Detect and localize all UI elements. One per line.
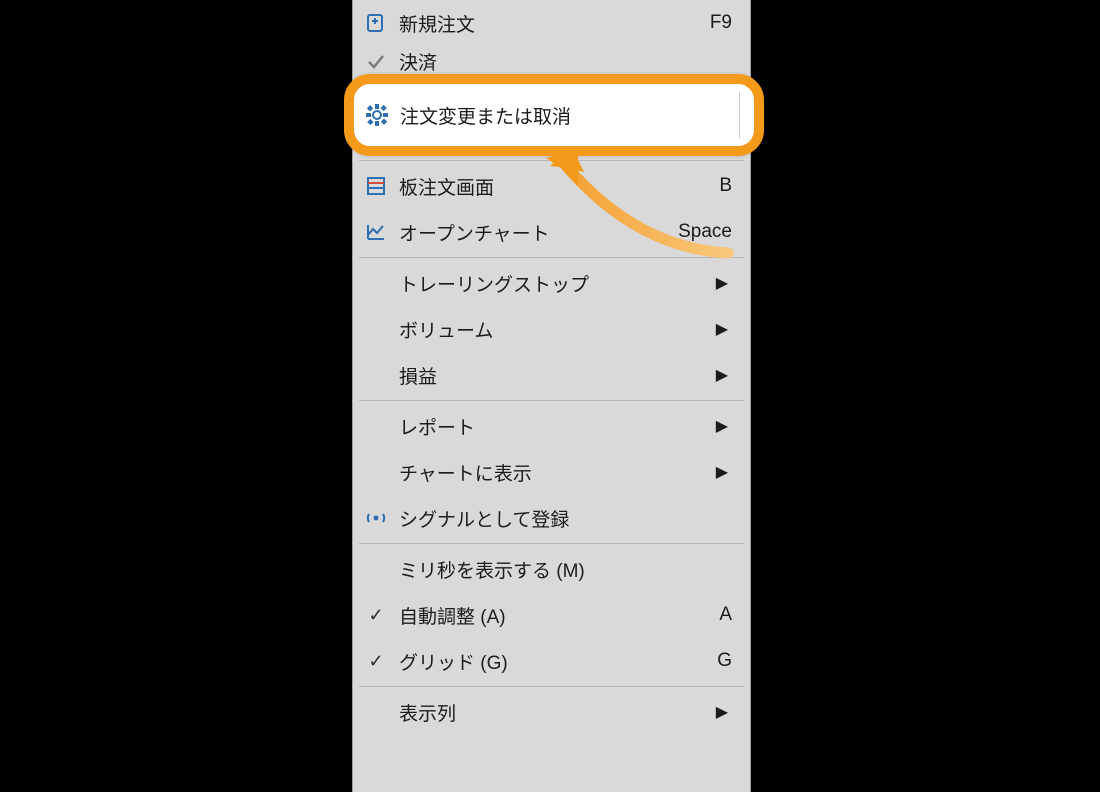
check-icon: ✓ [353, 605, 399, 626]
menu-item-label: ミリ秒を表示する (M) [399, 556, 750, 583]
new-order-icon [353, 12, 399, 34]
depth-of-market-icon [353, 175, 399, 197]
menu-item-label: オープンチャート [399, 219, 678, 246]
menu-item-shortcut: A [719, 604, 750, 626]
menu-item-columns[interactable]: 表示列 ▶ [353, 689, 750, 735]
menu-item-register-signal[interactable]: シグナルとして登録 [353, 495, 750, 541]
menu-item-label: 損益 [399, 362, 716, 389]
menu-item-label: ボリューム [399, 316, 716, 343]
menu-item-new-order[interactable]: 新規注文 F9 [353, 0, 750, 46]
submenu-arrow-icon: ▶ [716, 702, 750, 722]
menu-separator [359, 160, 744, 161]
menu-item-grid[interactable]: ✓ グリッド (G) G [353, 638, 750, 684]
submenu-arrow-icon: ▶ [716, 416, 750, 436]
menu-item-shortcut: G [717, 650, 750, 672]
menu-item-label: トレーリングストップ [399, 270, 716, 297]
menu-separator [359, 543, 744, 544]
close-position-icon [353, 50, 399, 72]
menu-item-label: シグナルとして登録 [399, 505, 750, 532]
chart-icon [353, 221, 399, 243]
submenu-arrow-icon: ▶ [716, 319, 750, 339]
menu-item-label: 新規注文 [399, 10, 710, 37]
menu-item-trailing-stop[interactable]: トレーリングストップ ▶ [353, 260, 750, 306]
menu-item-profit-loss[interactable]: 損益 ▶ [353, 352, 750, 398]
menu-item-modify-or-cancel[interactable]: 注文変更または取消 [354, 84, 754, 146]
menu-item-label: グリッド (G) [399, 648, 717, 675]
menu-item-label: 自動調整 (A) [399, 602, 719, 629]
menu-item-shortcut: F9 [710, 12, 750, 34]
menu-separator [359, 400, 744, 401]
menu-item-label: 決済 [399, 48, 750, 75]
menu-item-shortcut: B [719, 175, 750, 197]
signal-icon [353, 507, 399, 529]
menu-item-show-milliseconds[interactable]: ミリ秒を表示する (M) [353, 546, 750, 592]
menu-item-label: レポート [399, 413, 716, 440]
menu-item-label: チャートに表示 [399, 459, 716, 486]
check-icon: ✓ [353, 651, 399, 672]
menu-item-depth-of-market[interactable]: 板注文画面 B [353, 163, 750, 209]
menu-item-label: 注文変更または取消 [400, 102, 571, 129]
gear-icon [354, 104, 400, 126]
menu-item-auto-arrange[interactable]: ✓ 自動調整 (A) A [353, 592, 750, 638]
menu-item-close-position[interactable]: 決済 [353, 46, 750, 76]
menu-item-show-on-chart[interactable]: チャートに表示 ▶ [353, 449, 750, 495]
submenu-arrow-icon: ▶ [716, 273, 750, 293]
menu-item-volume[interactable]: ボリューム ▶ [353, 306, 750, 352]
menu-separator [359, 257, 744, 258]
menu-item-shortcut: Space [678, 221, 750, 243]
submenu-arrow-icon: ▶ [716, 462, 750, 482]
menu-item-label: 表示列 [399, 699, 716, 726]
menu-separator [359, 686, 744, 687]
menu-item-label: 板注文画面 [399, 173, 719, 200]
highlight-callout: 注文変更または取消 [344, 74, 764, 156]
menu-item-report[interactable]: レポート ▶ [353, 403, 750, 449]
submenu-arrow-icon: ▶ [716, 365, 750, 385]
menu-item-open-chart[interactable]: オープンチャート Space [353, 209, 750, 255]
